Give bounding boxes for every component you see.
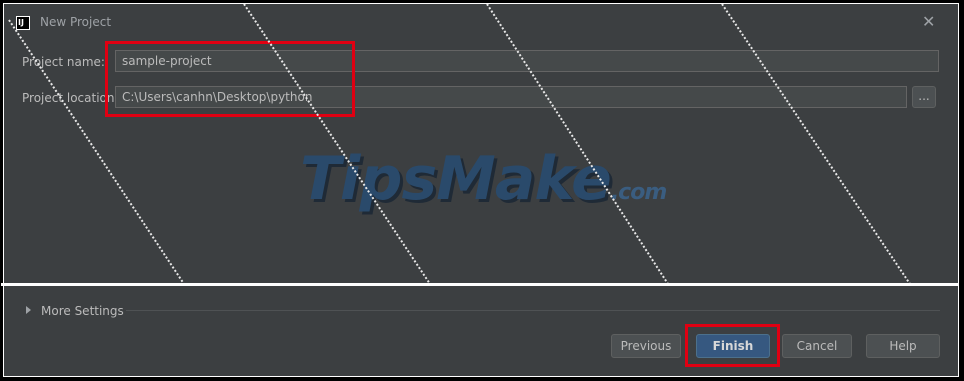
hatch-line bbox=[486, 4, 669, 284]
hatch-line bbox=[721, 4, 911, 284]
cancel-button[interactable]: Cancel bbox=[782, 334, 852, 358]
more-settings-label: More Settings bbox=[41, 304, 124, 318]
hatch-overlay bbox=[8, 4, 911, 284]
more-settings-divider bbox=[126, 310, 940, 311]
hatch-line bbox=[8, 19, 185, 284]
help-button[interactable]: Help bbox=[866, 334, 940, 358]
finish-button[interactable]: Finish bbox=[696, 334, 770, 358]
hatch-line bbox=[243, 4, 431, 284]
new-project-dialog: IJ New Project ✕ Project name: Project l… bbox=[1, 3, 959, 377]
section-divider bbox=[1, 283, 959, 286]
previous-button[interactable]: Previous bbox=[611, 334, 681, 358]
expand-triangle-icon bbox=[26, 306, 31, 314]
more-settings-toggle[interactable]: More Settings bbox=[26, 304, 124, 318]
